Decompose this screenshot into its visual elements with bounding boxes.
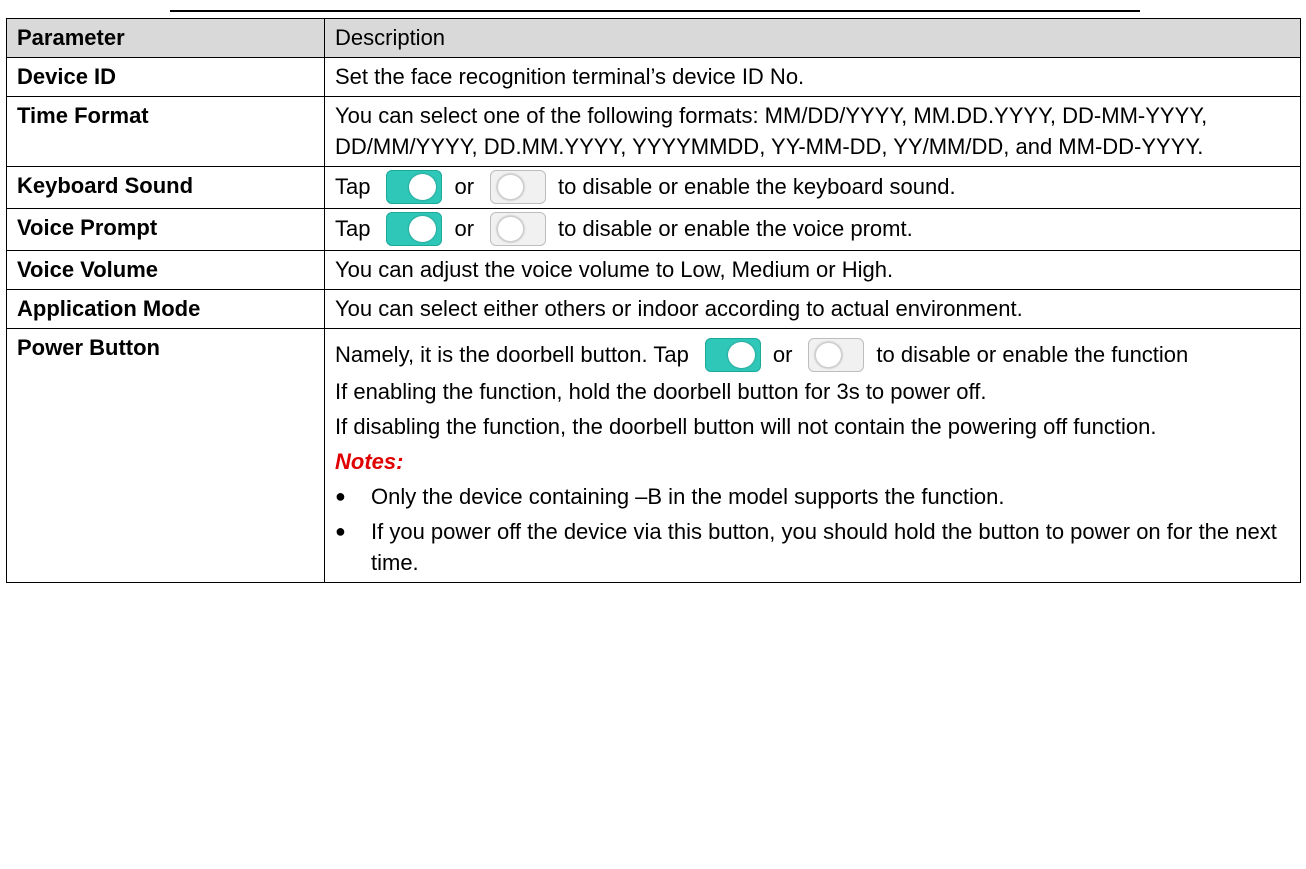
param-name: Device ID bbox=[6, 57, 325, 97]
table-row: Time Format You can select one of the fo… bbox=[6, 96, 1301, 167]
param-name: Voice Prompt bbox=[6, 208, 325, 251]
note-text: Only the device containing –B in the mod… bbox=[371, 484, 1005, 509]
param-name: Keyboard Sound bbox=[6, 166, 325, 209]
or-text: or bbox=[454, 216, 475, 241]
action-text: to disable or enable the voice promt. bbox=[558, 216, 913, 241]
param-name: Power Button bbox=[6, 328, 325, 583]
enable-note: If enabling the function, hold the doorb… bbox=[335, 379, 987, 404]
param-description: Set the face recognition terminal’s devi… bbox=[324, 57, 1301, 97]
bullet-icon: ● bbox=[335, 486, 346, 506]
param-description: You can select either others or indoor a… bbox=[324, 289, 1301, 329]
notes-title: Notes: bbox=[335, 449, 404, 474]
list-item: ● Only the device containing –B in the m… bbox=[335, 481, 1290, 512]
action-text: to disable or enable the function bbox=[876, 342, 1189, 367]
disable-note: If disabling the function, the doorbell … bbox=[335, 414, 1157, 439]
toggle-on-icon bbox=[386, 170, 443, 204]
parameter-table: Parameter Description Device ID Set the … bbox=[6, 18, 1301, 583]
param-name: Application Mode bbox=[6, 289, 325, 329]
or-text: or bbox=[772, 342, 793, 367]
table-row: Power Button Namely, it is the doorbell … bbox=[6, 328, 1301, 583]
action-text: to disable or enable the keyboard sound. bbox=[558, 174, 956, 199]
param-name: Voice Volume bbox=[6, 250, 325, 290]
param-description: Tap or to disable or enable the voice prom… bbox=[324, 208, 1301, 251]
or-text: or bbox=[454, 174, 475, 199]
toggle-off-icon bbox=[490, 170, 547, 204]
param-description: You can select one of the following form… bbox=[324, 96, 1301, 167]
bullet-icon: ● bbox=[335, 521, 346, 541]
table-row: Device ID Set the face recognition termi… bbox=[6, 57, 1301, 97]
toggle-on-icon bbox=[704, 338, 761, 372]
table-header-row: Parameter Description bbox=[6, 18, 1301, 58]
tap-text: Tap bbox=[335, 216, 371, 241]
toggle-off-icon bbox=[490, 212, 547, 246]
header-parameter: Parameter bbox=[6, 18, 325, 58]
header-description: Description bbox=[324, 18, 1301, 58]
tap-text: Tap bbox=[335, 174, 371, 199]
param-description: Tap or to disable or enable the keyboard s… bbox=[324, 166, 1301, 209]
table-row: Keyboard Sound Tap or to disable or enable… bbox=[6, 166, 1301, 209]
param-description: Namely, it is the doorbell button. Tap or… bbox=[324, 328, 1301, 583]
top-rule bbox=[170, 0, 1140, 12]
table-row: Voice Prompt Tap or to disable or enable t… bbox=[6, 208, 1301, 251]
toggle-off-icon bbox=[808, 338, 865, 372]
list-item: ● If you power off the device via this b… bbox=[335, 516, 1290, 578]
power-tap-line: Namely, it is the doorbell button. Tap or… bbox=[335, 332, 1290, 372]
tap-text: Namely, it is the doorbell button. Tap bbox=[335, 342, 689, 367]
toggle-on-icon bbox=[386, 212, 443, 246]
table-row: Application Mode You can select either o… bbox=[6, 289, 1301, 329]
table-row: Voice Volume You can adjust the voice vo… bbox=[6, 250, 1301, 290]
param-name: Time Format bbox=[6, 96, 325, 167]
note-text: If you power off the device via this but… bbox=[371, 519, 1277, 575]
param-description: You can adjust the voice volume to Low, … bbox=[324, 250, 1301, 290]
